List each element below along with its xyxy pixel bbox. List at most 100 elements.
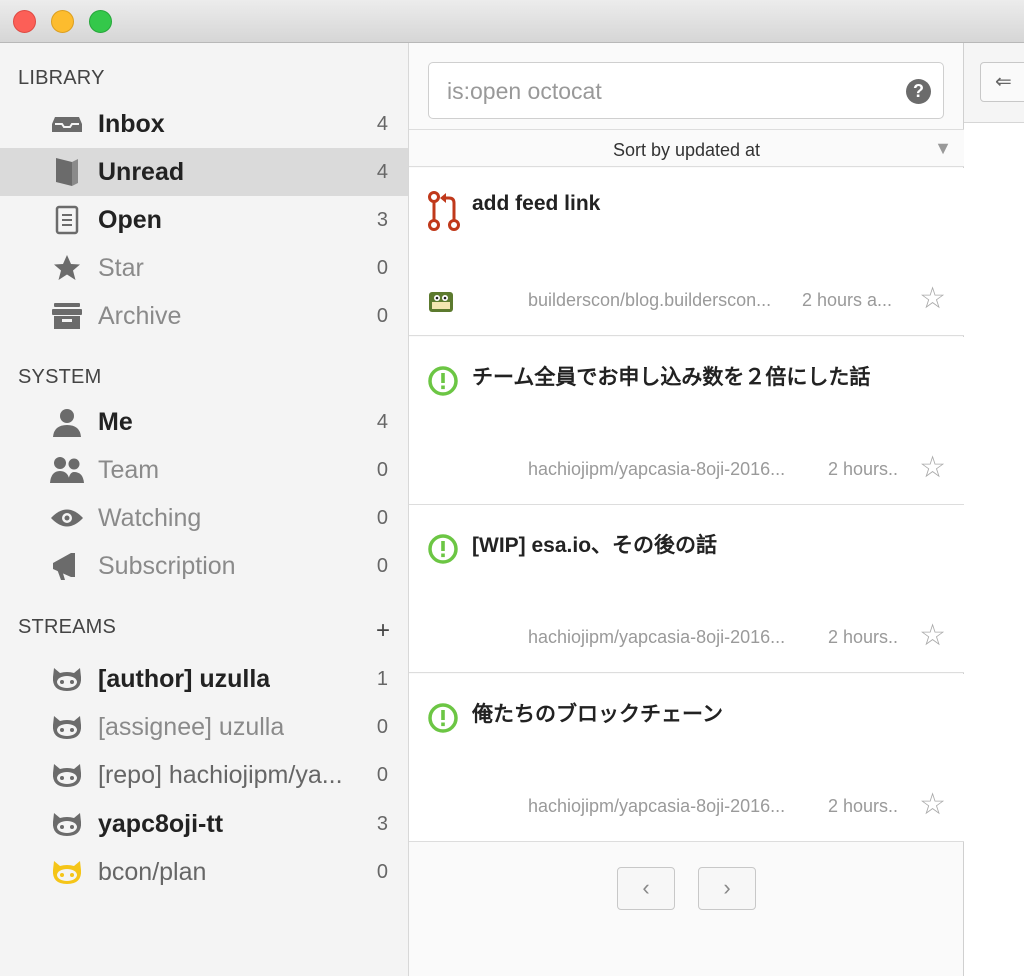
- sidebar-item-me[interactable]: Me 4: [0, 398, 408, 446]
- sidebar-item-open[interactable]: Open 3: [0, 196, 408, 244]
- sidebar-item-label: Inbox: [98, 109, 165, 138]
- issue-updated-time: 2 hours..: [828, 796, 899, 816]
- sort-label: Sort by updated at: [612, 140, 761, 160]
- eye-icon: [50, 502, 84, 534]
- help-icon[interactable]: ?: [906, 79, 931, 104]
- octocat-icon: [50, 759, 84, 791]
- sidebar-item-count: 0: [376, 458, 388, 481]
- sidebar-item-label: [repo] hachiojipm/ya...: [98, 760, 343, 789]
- document-icon: [50, 204, 84, 236]
- zoom-window-button[interactable]: [89, 10, 112, 33]
- megaphone-icon: [50, 550, 84, 582]
- sidebar-item-label: [author] uzulla: [98, 664, 271, 693]
- search-input[interactable]: [447, 75, 887, 107]
- triangle-down-icon: ▼: [934, 138, 952, 158]
- issue-row[interactable]: add feed link builderscon/blog.buildersc…: [409, 168, 964, 336]
- issue-title: チーム全員でお申し込み数を２倍にした話: [472, 366, 871, 389]
- sidebar-item-count: 3: [376, 208, 388, 231]
- add-stream-button[interactable]: +: [376, 617, 390, 645]
- issue-repo: hachiojipm/yapcasia-8oji-2016...: [528, 796, 786, 816]
- book-icon: [50, 156, 84, 188]
- sidebar-item-subscription[interactable]: Subscription 0: [0, 542, 408, 590]
- sidebar-item-unread[interactable]: Unread 4: [0, 148, 408, 196]
- sidebar-item-label: [assignee] uzulla: [98, 712, 285, 741]
- section-system-title: SYSTEM: [18, 366, 102, 388]
- window-titlebar: [0, 0, 1024, 43]
- sidebar-item-count: 0: [376, 256, 388, 279]
- issue-row[interactable]: [WIP] esa.io、その後の話 hachiojipm/yapcasia-8…: [409, 505, 964, 673]
- sidebar-item-label: Unread: [98, 157, 185, 186]
- issue-title: add feed link: [472, 192, 601, 215]
- sidebar-item-star[interactable]: Star 0: [0, 244, 408, 292]
- detail-toolbar: ⇐: [964, 43, 1024, 123]
- previous-page-button[interactable]: ‹: [617, 867, 675, 910]
- sidebar-item-count: 1: [376, 667, 388, 690]
- search-box[interactable]: ?: [428, 62, 944, 119]
- person-icon: [50, 406, 84, 438]
- sidebar-stream-item[interactable]: [assignee] uzulla 0: [0, 703, 408, 751]
- avatar: [427, 288, 455, 316]
- inbox-icon: [50, 108, 84, 140]
- sidebar-item-label: Open: [98, 205, 162, 234]
- octocat-icon: [50, 711, 84, 743]
- issue-repo: hachiojipm/yapcasia-8oji-2016...: [528, 627, 786, 647]
- close-window-button[interactable]: [13, 10, 36, 33]
- back-button[interactable]: ⇐: [980, 62, 1024, 102]
- issue-open-icon: [427, 359, 459, 399]
- issue-repo: hachiojipm/yapcasia-8oji-2016...: [528, 459, 786, 479]
- star-outline-icon[interactable]: ☆: [919, 790, 946, 820]
- next-page-button[interactable]: ›: [698, 867, 756, 910]
- issue-repo: builderscon/blog.builderscon...: [528, 290, 772, 310]
- star-outline-icon[interactable]: ☆: [919, 284, 946, 314]
- sidebar-item-label: Watching: [98, 503, 202, 532]
- sidebar-item-count: 4: [376, 160, 388, 183]
- issue-open-icon: [427, 696, 459, 736]
- star-outline-icon[interactable]: ☆: [919, 621, 946, 651]
- sidebar-item-team[interactable]: Team 0: [0, 446, 408, 494]
- sidebar-item-archive[interactable]: Archive 0: [0, 292, 408, 340]
- sidebar-item-label: Team: [98, 455, 160, 484]
- sidebar-item-count: 0: [376, 506, 388, 529]
- issue-updated-time: 2 hours a...: [802, 290, 893, 310]
- octocat-icon: [50, 663, 84, 695]
- sidebar-item-count: 0: [376, 554, 388, 577]
- octocat-icon: [50, 856, 84, 888]
- sidebar-item-label: Me: [98, 407, 133, 436]
- people-icon: [50, 454, 84, 486]
- archive-box-icon: [50, 300, 84, 332]
- issue-row[interactable]: 俺たちのブロックチェーン hachiojipm/yapcasia-8oji-20…: [409, 674, 964, 842]
- issue-list-panel: ? Sort by updated at ▼ add feed link bui…: [409, 43, 964, 976]
- sidebar-item-count: 0: [376, 715, 388, 738]
- sidebar-item-inbox[interactable]: Inbox 4: [0, 100, 408, 148]
- issue-updated-time: 2 hours..: [828, 627, 899, 647]
- sidebar-item-watching[interactable]: Watching 0: [0, 494, 408, 542]
- issue-open-icon: [427, 527, 459, 567]
- section-library-title: LIBRARY: [18, 67, 105, 89]
- star-outline-icon[interactable]: ☆: [919, 453, 946, 483]
- sidebar-item-label: Archive: [98, 301, 182, 330]
- star-icon: [50, 252, 84, 284]
- section-streams-title: STREAMS: [18, 616, 117, 638]
- sidebar-item-label: bcon/plan: [98, 857, 207, 886]
- sidebar-item-label: yapc8oji-tt: [98, 809, 224, 838]
- sidebar-item-label: Subscription: [98, 551, 236, 580]
- sidebar-item-count: 4: [376, 410, 388, 433]
- sidebar-stream-item[interactable]: bcon/plan 0: [0, 848, 408, 896]
- sidebar: LIBRARY Inbox 4 Unread 4 Open 3 Star 0 A…: [0, 43, 409, 976]
- sort-dropdown[interactable]: Sort by updated at ▼: [409, 129, 964, 167]
- sidebar-stream-item[interactable]: yapc8oji-tt 3: [0, 800, 408, 848]
- issue-updated-time: 2 hours..: [828, 459, 899, 479]
- sidebar-stream-item[interactable]: [repo] hachiojipm/ya... 0: [0, 751, 408, 799]
- issue-title: 俺たちのブロックチェーン: [472, 703, 723, 726]
- sidebar-item-count: 0: [376, 304, 388, 327]
- issue-row[interactable]: チーム全員でお申し込み数を２倍にした話 hachiojipm/yapcasia-…: [409, 337, 964, 505]
- issue-detail-panel: ⇐: [964, 43, 1024, 976]
- pull-request-icon: [427, 190, 460, 231]
- octocat-icon: [50, 808, 84, 840]
- sidebar-item-count: 0: [376, 763, 388, 786]
- minimize-window-button[interactable]: [51, 10, 74, 33]
- sidebar-item-count: 4: [376, 112, 388, 135]
- sidebar-stream-item[interactable]: [author] uzulla 1: [0, 655, 408, 703]
- sidebar-item-label: Star: [98, 253, 144, 282]
- sidebar-item-count: 0: [376, 860, 388, 883]
